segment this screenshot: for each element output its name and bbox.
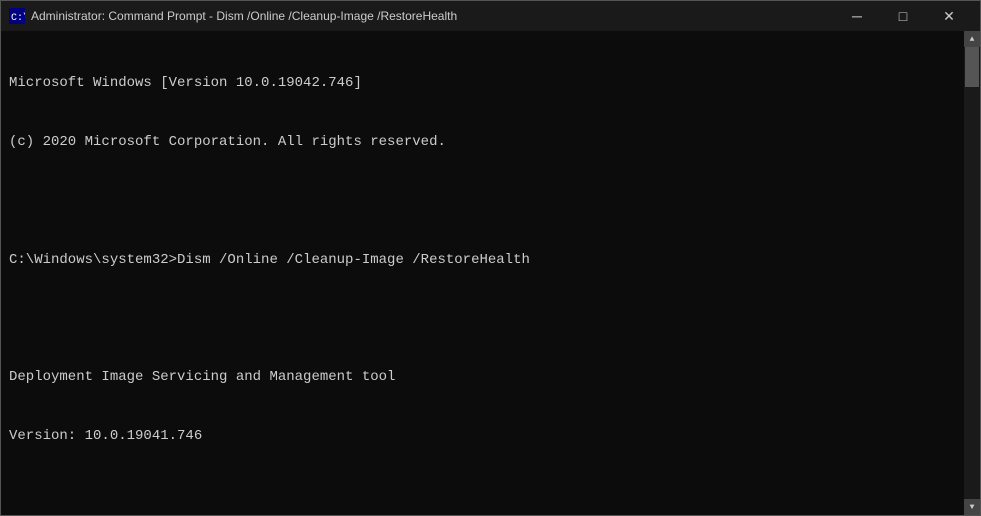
- minimize-button[interactable]: ─: [834, 1, 880, 31]
- scrollbar-thumb[interactable]: [965, 47, 979, 87]
- cmd-icon: C:\: [9, 8, 25, 24]
- console-line-3: [9, 192, 972, 212]
- console-line-2: (c) 2020 Microsoft Corporation. All righ…: [9, 133, 972, 153]
- console-line-8: [9, 486, 972, 506]
- title-bar: C:\ Administrator: Command Prompt - Dism…: [1, 1, 980, 31]
- scroll-down-arrow[interactable]: ▼: [964, 499, 980, 515]
- console-line-7: Version: 10.0.19041.746: [9, 427, 972, 447]
- console-line-1: Microsoft Windows [Version 10.0.19042.74…: [9, 74, 972, 94]
- console-line-6: Deployment Image Servicing and Managemen…: [9, 368, 972, 388]
- svg-text:C:\: C:\: [11, 12, 25, 24]
- scroll-up-arrow[interactable]: ▲: [964, 31, 980, 47]
- scrollbar[interactable]: ▲ ▼: [964, 31, 980, 515]
- cmd-window: C:\ Administrator: Command Prompt - Dism…: [0, 0, 981, 516]
- console-output[interactable]: Microsoft Windows [Version 10.0.19042.74…: [1, 31, 980, 515]
- close-button[interactable]: ✕: [926, 1, 972, 31]
- maximize-button[interactable]: □: [880, 1, 926, 31]
- console-line-5: [9, 309, 972, 329]
- window-title: Administrator: Command Prompt - Dism /On…: [31, 9, 834, 23]
- console-line-4: C:\Windows\system32>Dism /Online /Cleanu…: [9, 251, 972, 271]
- console-content: Microsoft Windows [Version 10.0.19042.74…: [9, 35, 972, 515]
- window-controls: ─ □ ✕: [834, 1, 972, 31]
- scrollbar-track: [964, 47, 980, 499]
